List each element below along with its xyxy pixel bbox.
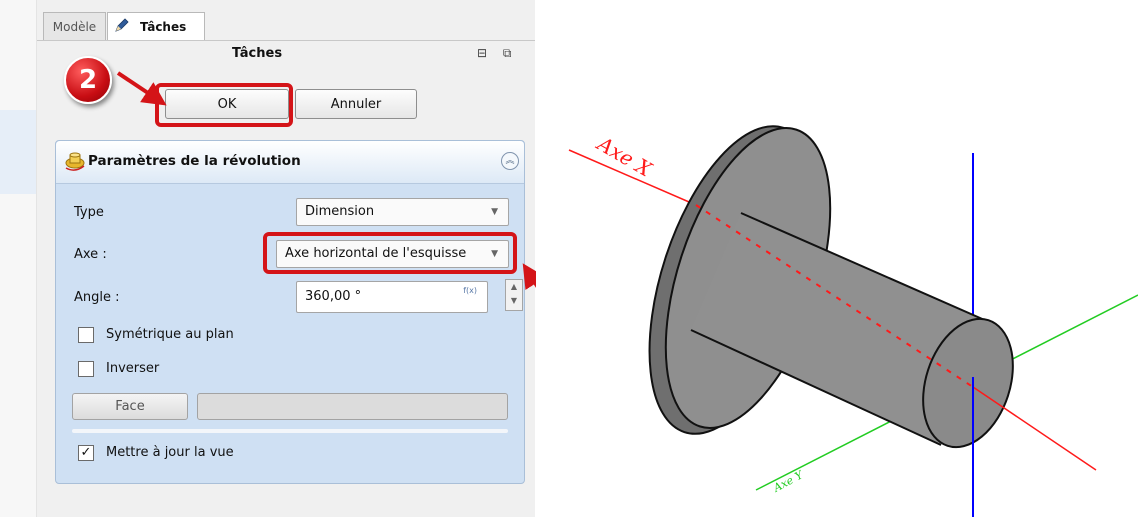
viewport-canvas[interactable]: Axe X Axe Y xyxy=(536,0,1138,517)
arrow-to-ok xyxy=(116,71,167,106)
step-2-badge: 2 xyxy=(64,56,112,104)
y-axis-label: Axe Y xyxy=(770,468,806,496)
3d-viewport[interactable]: Axe X Axe Y xyxy=(536,0,1138,517)
